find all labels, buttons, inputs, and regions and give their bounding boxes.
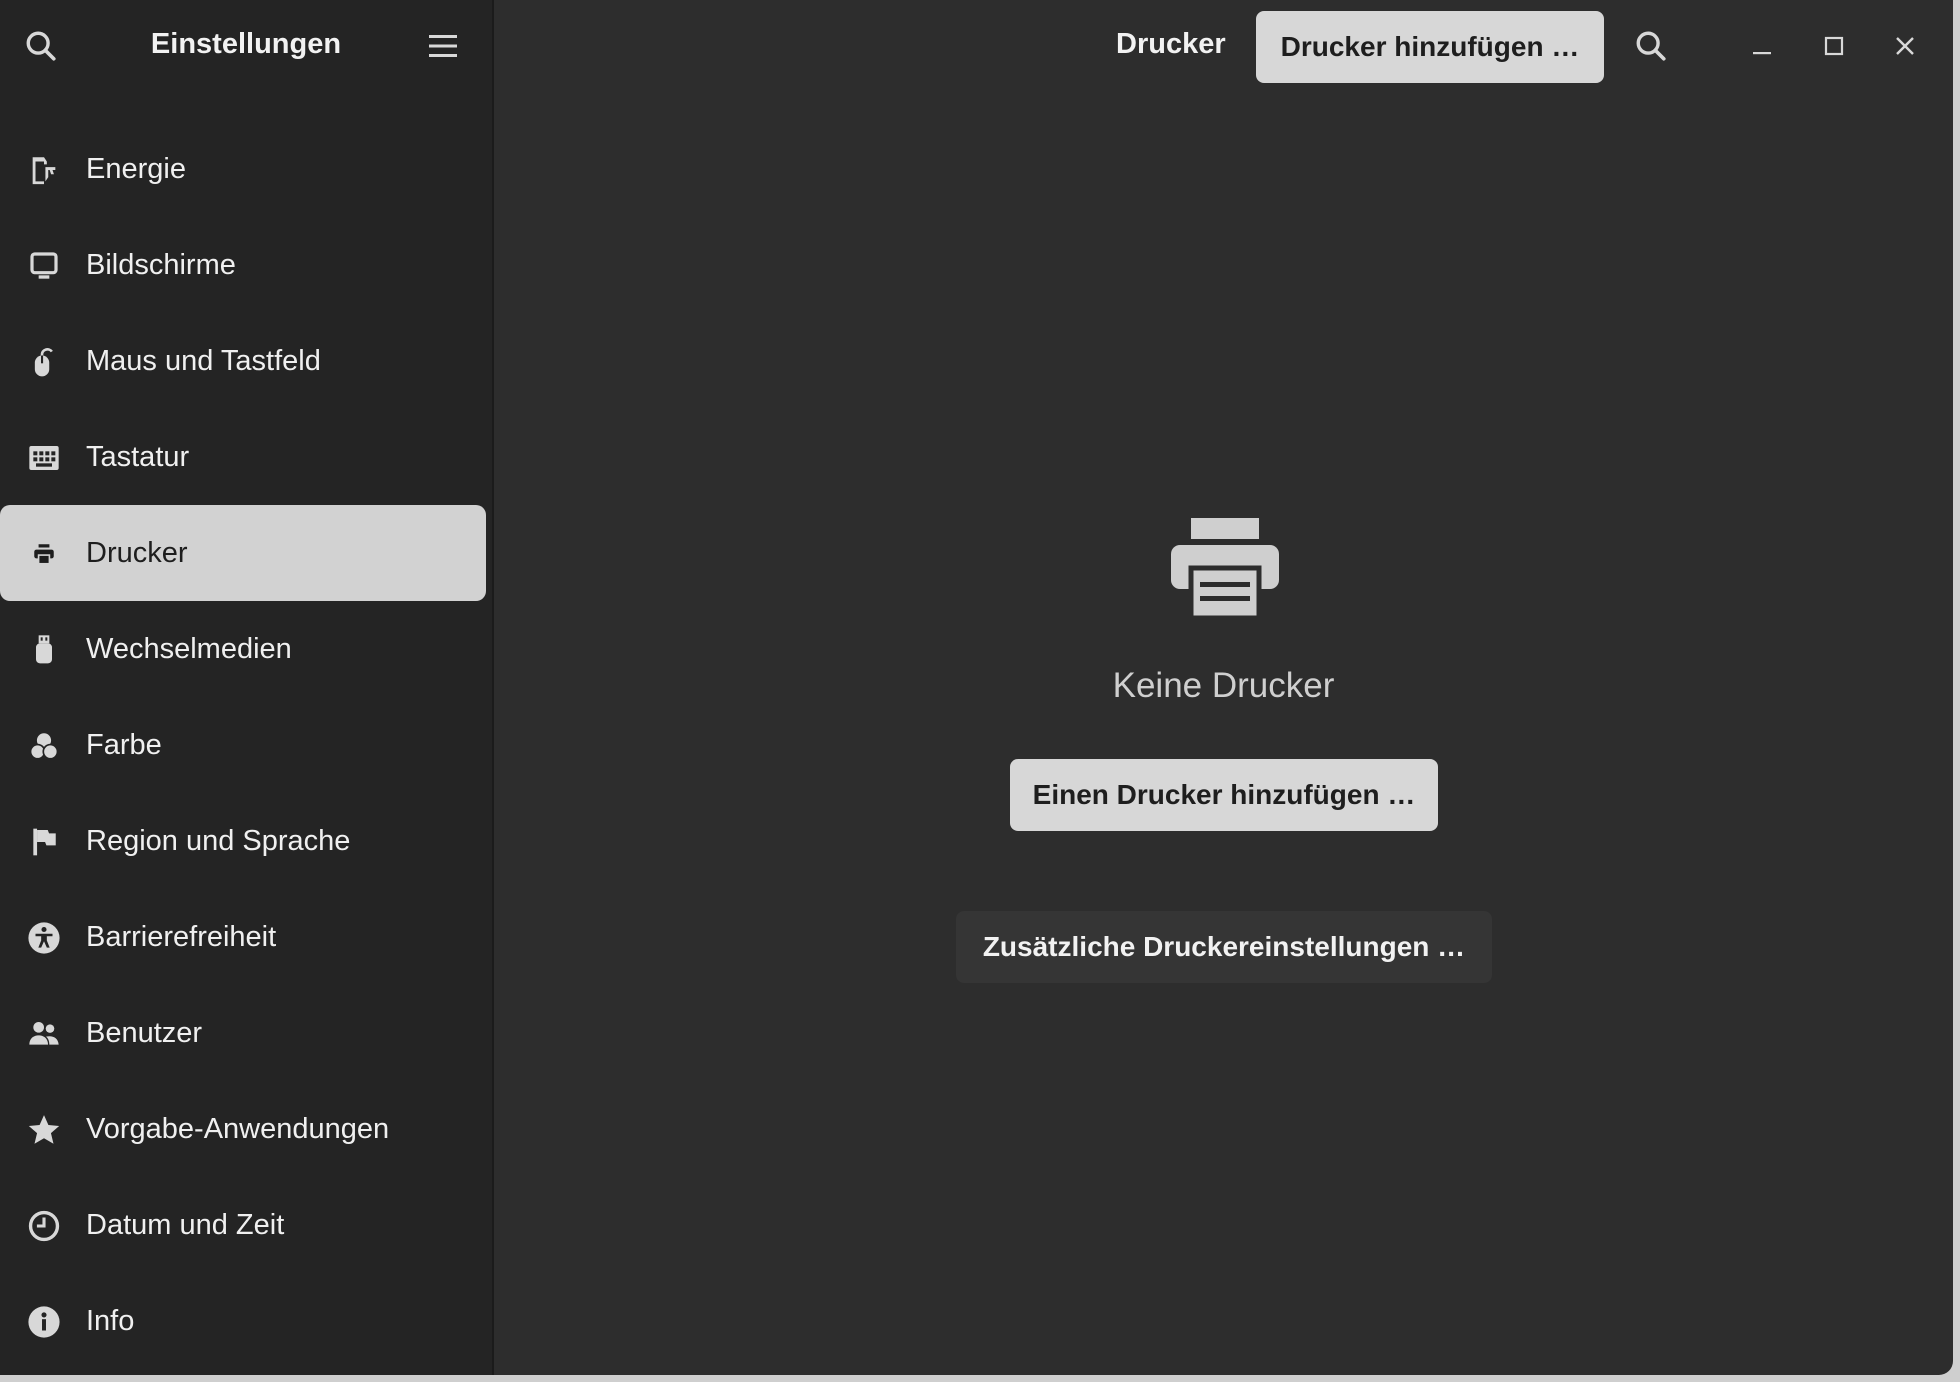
- sidebar-item-label: Region und Sprache: [86, 825, 351, 857]
- settings-window: Einstellungen Energie Bildschirme Maus u…: [0, 0, 1953, 1375]
- sidebar-item-label: Wechselmedien: [86, 633, 292, 665]
- sidebar-item-farbe[interactable]: Farbe: [0, 697, 486, 793]
- star-icon: [27, 1113, 61, 1147]
- empty-state: Keine Drucker Einen Drucker hinzufügen ……: [494, 0, 1953, 1375]
- sidebar-item-datum[interactable]: Datum und Zeit: [0, 1177, 486, 1273]
- sidebar-item-barrierefreiheit[interactable]: Barrierefreiheit: [0, 889, 486, 985]
- power-icon: [27, 153, 61, 187]
- sidebar-item-label: Datum und Zeit: [86, 1209, 285, 1241]
- sidebar-item-label: Drucker: [86, 537, 188, 569]
- additional-printer-settings-button[interactable]: Zusätzliche Druckereinstellungen …: [956, 911, 1492, 983]
- info-icon: [27, 1305, 61, 1339]
- sidebar-item-label: Benutzer: [86, 1017, 203, 1049]
- color-icon: [27, 729, 61, 763]
- mouse-icon: [27, 345, 61, 379]
- keyboard-icon: [27, 441, 61, 475]
- sidebar-item-label: Tastatur: [86, 441, 190, 473]
- sidebar-item-info[interactable]: Info: [0, 1273, 486, 1369]
- sidebar-header: Einstellungen: [0, 0, 492, 92]
- sidebar-item-energie[interactable]: Energie: [0, 121, 486, 217]
- sidebar-item-label: Maus und Tastfeld: [86, 345, 321, 377]
- sidebar: Einstellungen Energie Bildschirme Maus u…: [0, 0, 494, 1375]
- sidebar-item-label: Bildschirme: [86, 249, 236, 281]
- printer-icon: [1171, 518, 1279, 620]
- usb-icon: [27, 633, 61, 667]
- sidebar-item-region[interactable]: Region und Sprache: [0, 793, 486, 889]
- sidebar-item-label: Vorgabe-Anwendungen: [86, 1113, 390, 1145]
- sidebar-item-benutzer[interactable]: Benutzer: [0, 985, 486, 1081]
- sidebar-item-maus[interactable]: Maus und Tastfeld: [0, 313, 486, 409]
- monitor-icon: [27, 249, 61, 283]
- sidebar-item-tastatur[interactable]: Tastatur: [0, 409, 486, 505]
- hamburger-menu-icon: [429, 35, 457, 57]
- sidebar-item-bildschirme[interactable]: Bildschirme: [0, 217, 486, 313]
- sidebar-item-label: Info: [86, 1305, 135, 1337]
- no-printers-label: Keine Drucker: [1112, 666, 1335, 705]
- flag-icon: [27, 825, 61, 859]
- accessibility-icon: [27, 921, 61, 955]
- users-icon: [27, 1017, 61, 1051]
- printer-icon: [27, 537, 61, 571]
- sidebar-item-drucker[interactable]: Drucker: [0, 505, 486, 601]
- add-printer-button[interactable]: Einen Drucker hinzufügen …: [1010, 759, 1438, 831]
- sidebar-item-label: Energie: [86, 153, 186, 185]
- sidebar-item-label: Barrierefreiheit: [86, 921, 277, 953]
- sidebar-item-vorgabe[interactable]: Vorgabe-Anwendungen: [0, 1081, 486, 1177]
- sidebar-item-wechselmedien[interactable]: Wechselmedien: [0, 601, 486, 697]
- sidebar-item-label: Farbe: [86, 729, 162, 761]
- clock-icon: [27, 1209, 61, 1243]
- menu-button[interactable]: [415, 18, 471, 74]
